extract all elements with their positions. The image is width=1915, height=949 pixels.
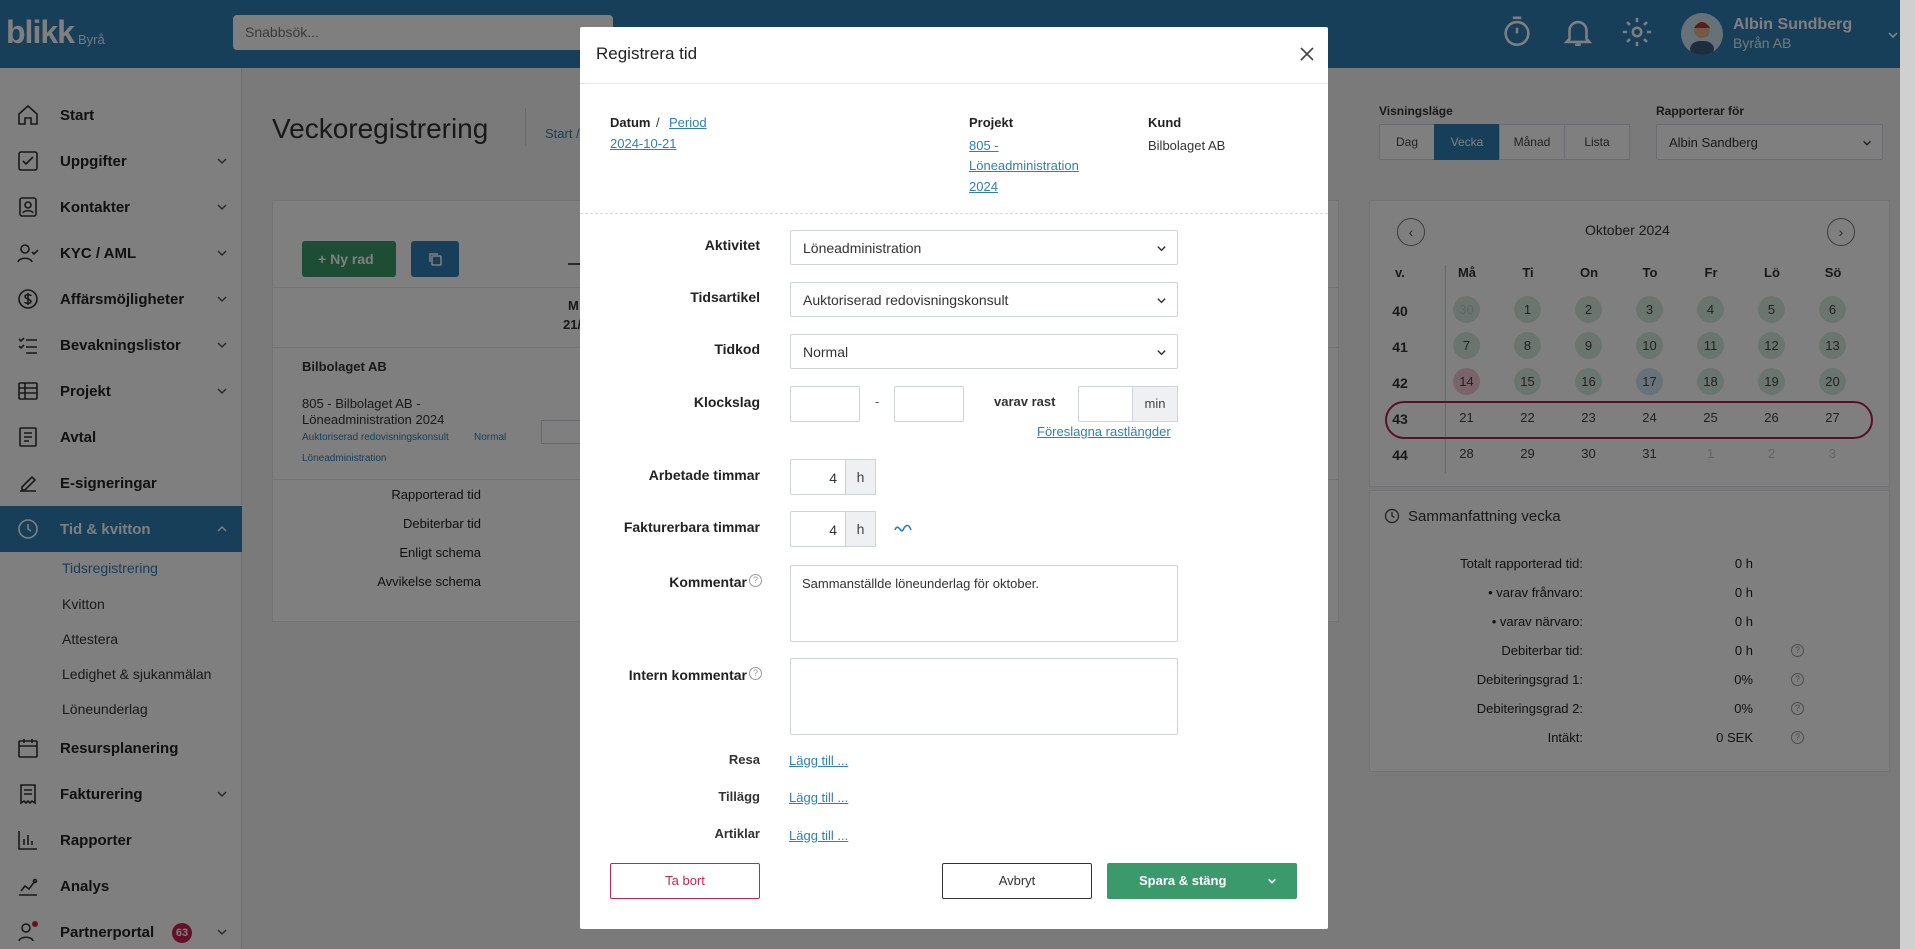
- chevron-down-icon: [1157, 298, 1166, 304]
- modal-header-divider: [580, 83, 1328, 84]
- tidsartikel-value: Auktoriserad redovisningskonsult: [803, 292, 1009, 308]
- date-link[interactable]: 2024-10-21: [610, 136, 677, 151]
- worked-hours-input[interactable]: 4: [790, 459, 846, 495]
- comment-textarea[interactable]: Sammanställde löneunderlag för oktober.: [790, 565, 1178, 642]
- internal-comment-textarea[interactable]: [790, 658, 1178, 735]
- break-unit: min: [1132, 386, 1178, 422]
- help-icon[interactable]: ?: [749, 574, 762, 587]
- aktivitet-select[interactable]: Löneadministration: [790, 230, 1178, 265]
- scrollbar[interactable]: [1900, 0, 1915, 949]
- datum-label: Datum: [610, 115, 651, 130]
- fakturerbara-label: Fakturerbara timmar: [623, 519, 760, 535]
- add-travel-link[interactable]: Lägg till ...: [789, 753, 848, 768]
- kund-label: Kund: [1148, 115, 1182, 130]
- start-time-input[interactable]: [790, 386, 860, 422]
- billable-hours-unit: h: [845, 511, 876, 547]
- projekt-link-line-2[interactable]: Löneadministration: [969, 158, 1079, 173]
- slash-separator: /: [656, 115, 660, 130]
- add-article-link[interactable]: Lägg till ...: [789, 828, 848, 843]
- klockslag-label: Klockslag: [693, 394, 760, 410]
- chevron-down-icon[interactable]: [1267, 876, 1277, 886]
- chevron-down-icon: [1157, 350, 1166, 356]
- tillagg-label: Tillägg: [718, 789, 760, 804]
- save-close-button[interactable]: Spara & stäng: [1107, 863, 1297, 899]
- suggested-breaks-link[interactable]: Föreslagna rastlängder: [1037, 424, 1171, 439]
- tidkod-label: Tidkod: [714, 341, 760, 357]
- modal-section-divider: [580, 213, 1328, 214]
- artiklar-label: Artiklar: [714, 826, 760, 841]
- close-icon[interactable]: [1298, 45, 1316, 63]
- billable-hours-input[interactable]: 4: [790, 511, 846, 547]
- delete-button[interactable]: Ta bort: [610, 863, 760, 899]
- aktivitet-value: Löneadministration: [803, 240, 922, 256]
- resa-label: Resa: [728, 752, 760, 767]
- tidsartikel-label: Tidsartikel: [690, 289, 760, 305]
- end-time-input[interactable]: [894, 386, 964, 422]
- tidkod-value: Normal: [803, 344, 849, 360]
- aktivitet-label: Aktivitet: [704, 237, 760, 253]
- break-input[interactable]: [1078, 386, 1133, 422]
- modal-title: Registrera tid: [596, 44, 698, 63]
- sync-hours-icon[interactable]: [894, 521, 912, 535]
- projekt-link-line-1[interactable]: 805 -: [969, 138, 999, 153]
- break-label: varav rast: [994, 394, 1056, 409]
- tidsartikel-select[interactable]: Auktoriserad redovisningskonsult: [790, 282, 1178, 317]
- projekt-label: Projekt: [969, 115, 1014, 130]
- add-addition-link[interactable]: Lägg till ...: [789, 790, 848, 805]
- cancel-button[interactable]: Avbryt: [942, 863, 1092, 899]
- chevron-down-icon: [1157, 246, 1166, 252]
- kund-value: Bilbolaget AB: [1148, 138, 1226, 153]
- worked-hours-unit: h: [845, 459, 876, 495]
- intern-kommentar-label: Intern kommentar: [628, 667, 747, 683]
- arbetade-label: Arbetade timmar: [648, 467, 760, 483]
- tidkod-select[interactable]: Normal: [790, 334, 1178, 369]
- projekt-link-line-3[interactable]: 2024: [969, 179, 998, 194]
- time-separator: -: [875, 394, 880, 409]
- period-link[interactable]: Period: [669, 115, 707, 130]
- kommentar-label: Kommentar: [669, 574, 747, 590]
- register-time-modal: Registrera tid Datum / Period 2024-10-21…: [580, 27, 1328, 929]
- help-icon[interactable]: ?: [749, 667, 762, 680]
- save-close-label: Spara & stäng: [1139, 873, 1227, 888]
